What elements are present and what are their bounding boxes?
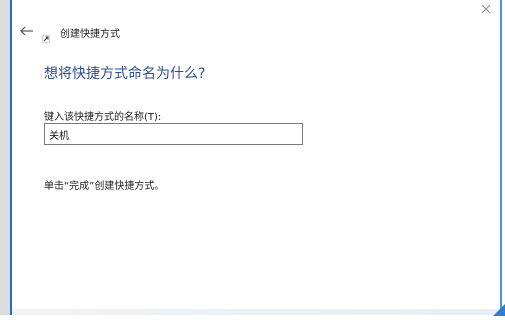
finish-hint-text: 单击“完成”创建快捷方式。 bbox=[44, 181, 165, 192]
page-heading: 想将快捷方式命名为什么? bbox=[44, 66, 206, 82]
shortcut-icon bbox=[42, 28, 50, 43]
shortcut-glyph bbox=[42, 35, 50, 43]
window-bottom-band bbox=[12, 309, 505, 315]
window-corner-accent bbox=[491, 301, 505, 316]
window-left-edge bbox=[0, 0, 10, 315]
window-right-accent bbox=[500, 0, 502, 315]
close-icon[interactable] bbox=[479, 2, 493, 16]
corner-glyph bbox=[493, 304, 505, 316]
shortcut-name-label: 键入该快捷方式的名称(T): bbox=[44, 112, 162, 123]
back-arrow-glyph bbox=[20, 26, 33, 36]
window-left-accent bbox=[10, 0, 12, 315]
shortcut-name-input[interactable] bbox=[44, 123, 303, 145]
close-glyph bbox=[481, 4, 491, 14]
back-arrow-icon[interactable] bbox=[19, 23, 35, 39]
dialog-title: 创建快捷方式 bbox=[60, 29, 120, 40]
